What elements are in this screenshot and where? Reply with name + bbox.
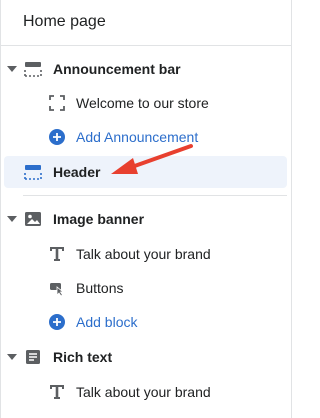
block-talk-about-your-brand[interactable]: Talk about your brand (1, 238, 291, 270)
chevron-down-icon[interactable] (6, 213, 18, 225)
block-label: Welcome to our store (76, 95, 209, 111)
block-label: Talk about your brand (76, 246, 211, 262)
chevron-down-icon[interactable] (6, 351, 18, 363)
plus-circle-icon (47, 127, 67, 147)
announcement-bar-icon (23, 59, 43, 79)
section-label: Image banner (53, 211, 145, 227)
section-label: Announcement bar (53, 61, 181, 77)
text-T-icon (47, 382, 67, 402)
add-announcement-label[interactable]: Add Announcement (76, 129, 198, 145)
add-block-label[interactable]: Add block (76, 314, 137, 330)
add-announcement-button[interactable]: Add Announcement (1, 121, 291, 153)
plus-circle-icon (47, 312, 67, 332)
add-block-button[interactable]: Add block (1, 306, 291, 338)
theme-sections-panel: Home page Announcement bar Welcome to ou… (0, 0, 292, 418)
section-rich-text[interactable]: Rich text (1, 341, 291, 373)
header-layout-icon (23, 162, 43, 182)
text-lines-icon (23, 347, 43, 367)
block-welcome-to-our-store[interactable]: Welcome to our store (1, 87, 291, 119)
dashed-square-icon (47, 93, 67, 113)
block-talk-about-your-brand[interactable]: Talk about your brand (1, 376, 291, 408)
section-divider (23, 195, 287, 196)
section-announcement-bar[interactable]: Announcement bar (1, 53, 291, 85)
button-cursor-icon (47, 278, 67, 298)
section-label: Header (53, 164, 101, 180)
text-T-icon (47, 244, 67, 264)
section-label: Rich text (53, 349, 113, 365)
section-header[interactable]: Header (4, 156, 287, 188)
block-label: Buttons (76, 280, 124, 296)
chevron-down-icon[interactable] (6, 63, 18, 75)
image-icon (23, 209, 43, 229)
section-image-banner[interactable]: Image banner (1, 203, 291, 235)
page-title: Home page (1, 0, 291, 46)
block-label: Talk about your brand (76, 384, 211, 400)
block-buttons[interactable]: Buttons (1, 272, 291, 304)
